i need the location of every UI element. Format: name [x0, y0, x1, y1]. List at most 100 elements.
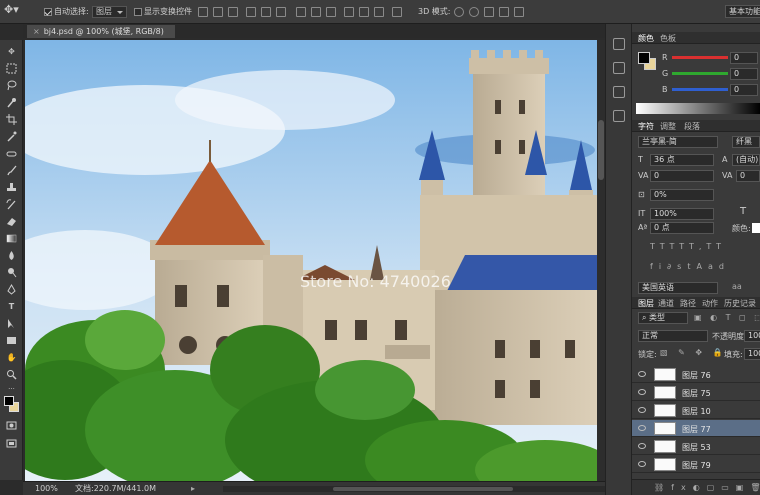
g-value-field[interactable]: 0	[730, 68, 758, 80]
rectangle-tool-icon[interactable]	[6, 335, 17, 346]
document-tab[interactable]: × bj4.psd @ 100% (城堡, RGB/8)	[27, 25, 175, 38]
layer-row[interactable]: 图层 76	[632, 366, 760, 383]
tab-swatches[interactable]: 色板	[660, 33, 676, 44]
path-select-tool-icon[interactable]	[6, 318, 17, 329]
foreground-color-swatch[interactable]	[4, 396, 14, 406]
eye-icon[interactable]	[638, 461, 646, 467]
brush-tool-icon[interactable]	[6, 165, 17, 176]
dodge-tool-icon[interactable]	[6, 267, 17, 278]
font-family-dropdown[interactable]: 兰亭黑-简	[638, 136, 718, 148]
move-tool-icon[interactable]: ✥▾	[4, 4, 19, 16]
leading-field[interactable]: (自动)	[732, 154, 760, 166]
align-hcenter-icon[interactable]	[261, 7, 271, 17]
align-top-icon[interactable]	[198, 7, 208, 17]
eraser-tool-icon[interactable]	[6, 216, 17, 227]
text-color-swatch[interactable]	[752, 223, 760, 233]
tab-color[interactable]: 颜色	[638, 33, 654, 44]
vertical-scrollbar[interactable]	[597, 40, 605, 481]
foreground-swatch[interactable]	[638, 52, 650, 64]
layer-row[interactable]: 图层 53	[632, 438, 760, 455]
blur-tool-icon[interactable]	[6, 250, 17, 261]
eye-icon[interactable]	[638, 389, 646, 395]
layer-row-selected[interactable]: 图层 77	[632, 420, 760, 437]
distribute-left-icon[interactable]	[344, 7, 354, 17]
distribute-hcenter-icon[interactable]	[359, 7, 369, 17]
status-arrow-icon[interactable]: ▸	[191, 482, 195, 495]
blend-mode-dropdown[interactable]: 正常	[638, 330, 708, 342]
eye-icon[interactable]	[638, 443, 646, 449]
tab-history[interactable]: 历史记录	[724, 298, 756, 309]
crop-tool-icon[interactable]	[6, 114, 17, 125]
more-tools-icon[interactable]: ···	[6, 384, 17, 395]
b-slider[interactable]	[672, 88, 728, 91]
3d-pan-icon[interactable]	[484, 7, 494, 17]
tracking-field[interactable]: 0	[736, 170, 760, 182]
horizontal-scrollbar[interactable]	[223, 486, 623, 492]
3d-rotate-icon[interactable]	[454, 7, 464, 17]
eye-icon[interactable]	[638, 371, 646, 377]
language-dropdown[interactable]: 美国英语	[638, 282, 718, 294]
3d-scale-icon[interactable]	[514, 7, 524, 17]
tab-channels[interactable]: 通道	[658, 298, 674, 309]
screen-mode-icon[interactable]	[6, 438, 17, 449]
font-style-dropdown[interactable]: 纤黑	[732, 136, 760, 148]
scrollbar-thumb[interactable]	[598, 120, 604, 180]
lock-icons[interactable]: ▧ ✎ ✥ 🔒	[660, 348, 727, 357]
marquee-tool-icon[interactable]	[6, 63, 17, 74]
auto-select-dropdown[interactable]: 图层	[92, 6, 127, 18]
eyedropper-tool-icon[interactable]	[6, 131, 17, 142]
gradient-tool-icon[interactable]	[6, 233, 17, 244]
b-value-field[interactable]: 0	[730, 84, 758, 96]
tab-character[interactable]: 字符	[638, 121, 654, 132]
anti-alias-dropdown[interactable]: aa	[732, 282, 742, 291]
fill-field[interactable]: 100	[744, 348, 760, 360]
lasso-tool-icon[interactable]	[6, 80, 17, 91]
move-tool-icon[interactable]: ✥	[6, 46, 17, 57]
eye-icon[interactable]	[638, 425, 646, 431]
auto-align-icon[interactable]	[392, 7, 402, 17]
distribute-bottom-icon[interactable]	[326, 7, 336, 17]
tab-paths[interactable]: 路径	[680, 298, 696, 309]
quick-mask-icon[interactable]	[6, 420, 17, 431]
distribute-vcenter-icon[interactable]	[311, 7, 321, 17]
align-right-icon[interactable]	[276, 7, 286, 17]
clone-stamp-tool-icon[interactable]	[6, 182, 17, 193]
vertical-scale-field[interactable]: 100%	[650, 208, 714, 220]
tab-layers[interactable]: 图层	[638, 298, 654, 309]
r-value-field[interactable]: 0	[730, 52, 758, 64]
layer-filter-icons[interactable]: ▣ ◐ T ◻ ⬚	[694, 313, 760, 322]
zoom-tool-icon[interactable]	[6, 369, 17, 380]
tab-adjust[interactable]: 调整	[660, 121, 676, 132]
healing-brush-tool-icon[interactable]	[6, 148, 17, 159]
type-style-buttons[interactable]: TTTTT,TT	[650, 242, 726, 251]
auto-select-checkbox[interactable]: 自动选择:	[44, 6, 89, 18]
tab-actions[interactable]: 动作	[702, 298, 718, 309]
scrollbar-thumb[interactable]	[333, 487, 513, 491]
distribute-right-icon[interactable]	[374, 7, 384, 17]
type-tool-icon[interactable]: T	[6, 301, 17, 312]
document-canvas[interactable]: Store No: 4740026	[25, 40, 597, 481]
layer-row[interactable]: 图层 79	[632, 456, 760, 473]
baseline-field[interactable]: 0 点	[650, 222, 714, 234]
close-icon[interactable]: ×	[33, 27, 40, 36]
layer-row[interactable]: 图层 75	[632, 384, 760, 401]
quick-select-tool-icon[interactable]	[6, 97, 17, 108]
font-size-field[interactable]: 36 点	[650, 154, 714, 166]
color-ramp[interactable]	[636, 103, 760, 114]
tsume-field[interactable]: 0%	[650, 189, 714, 201]
zoom-level[interactable]: 100%	[35, 482, 58, 495]
align-vcenter-icon[interactable]	[213, 7, 223, 17]
eye-icon[interactable]	[638, 407, 646, 413]
history-brush-tool-icon[interactable]	[6, 199, 17, 210]
opentype-buttons[interactable]: fi∂stAad	[650, 262, 730, 271]
workspace-dropdown[interactable]: 基本功能	[725, 5, 760, 18]
show-transform-checkbox[interactable]: 显示变换控件	[134, 6, 192, 18]
layer-row[interactable]: 图层 10	[632, 402, 760, 419]
align-bottom-icon[interactable]	[228, 7, 238, 17]
tab-paragraph[interactable]: 段落	[684, 121, 700, 132]
align-left-icon[interactable]	[246, 7, 256, 17]
layer-filter-dropdown[interactable]: ⌕ 类型	[638, 312, 688, 324]
hand-tool-icon[interactable]: ✋	[6, 352, 17, 363]
actions-panel-icon[interactable]	[613, 62, 625, 74]
kerning-field[interactable]: 0	[650, 170, 714, 182]
